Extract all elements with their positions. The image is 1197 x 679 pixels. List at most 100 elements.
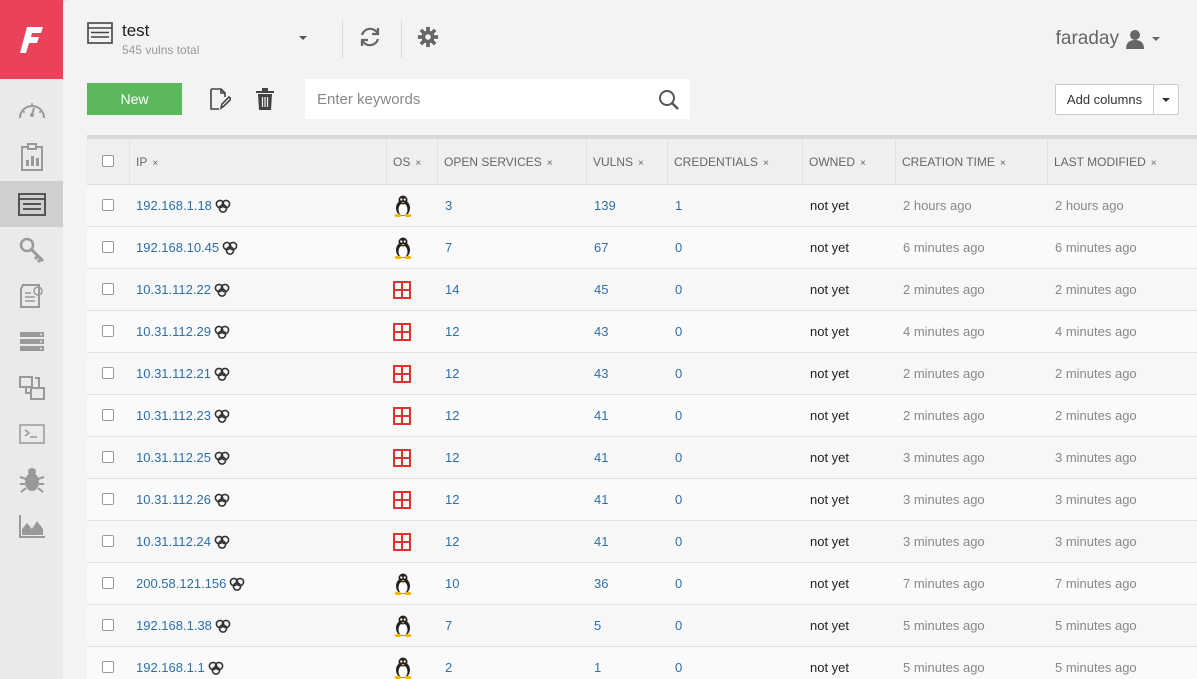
host-link-icon[interactable] <box>214 409 230 423</box>
host-link-icon[interactable] <box>222 241 238 255</box>
host-link-icon[interactable] <box>214 535 230 549</box>
add-columns-caret[interactable] <box>1154 85 1178 114</box>
open-services-link[interactable]: 12 <box>445 479 459 520</box>
edit-icon[interactable] <box>209 87 231 111</box>
sidebar-item-dashboard[interactable] <box>0 88 63 134</box>
search-input[interactable] <box>305 79 645 119</box>
vulns-link[interactable]: 43 <box>594 353 608 394</box>
open-services-link[interactable]: 7 <box>445 605 452 646</box>
credentials-link[interactable]: 0 <box>675 647 682 679</box>
host-link-icon[interactable] <box>214 493 230 507</box>
host-link-icon[interactable] <box>214 325 230 339</box>
vulns-link[interactable]: 41 <box>594 437 608 478</box>
host-ip-link[interactable]: 10.31.112.26 <box>136 479 211 520</box>
vulns-link[interactable]: 139 <box>594 185 616 226</box>
workspace-dropdown-chevron-icon[interactable] <box>297 33 309 43</box>
open-services-link[interactable]: 2 <box>445 647 452 679</box>
host-link-icon[interactable] <box>229 577 245 591</box>
vulns-link[interactable]: 36 <box>594 563 608 604</box>
credentials-link[interactable]: 0 <box>675 521 682 562</box>
vulns-link[interactable]: 41 <box>594 479 608 520</box>
remove-column-icon[interactable]: × <box>547 158 553 169</box>
sidebar-item-workspaces[interactable] <box>0 365 63 411</box>
sidebar-item-vulns[interactable] <box>0 457 63 503</box>
new-host-button[interactable]: New <box>87 83 182 115</box>
table-row[interactable]: 192.168.1.38 7 5 0 not yet 5 minutes ago 5 min… <box>87 605 1197 647</box>
open-services-link[interactable]: 12 <box>445 521 459 562</box>
sidebar-item-analytics[interactable] <box>0 503 63 549</box>
table-row[interactable]: 192.168.1.18 3 139 1 not yet 2 hours ago 2 hou… <box>87 185 1197 227</box>
host-ip-link[interactable]: 192.168.1.1 <box>136 647 205 679</box>
table-row[interactable]: 10.31.112.21 12 43 0 not yet 2 minutes ago 2 m… <box>87 353 1197 395</box>
open-services-link[interactable]: 12 <box>445 437 459 478</box>
user-menu[interactable]: faraday <box>1056 28 1161 50</box>
table-row[interactable]: 10.31.112.23 12 41 0 not yet 2 minutes ago 2 m… <box>87 395 1197 437</box>
table-row[interactable]: 10.31.112.25 12 41 0 not yet 3 minutes ago 3 m… <box>87 437 1197 479</box>
table-row[interactable]: 10.31.112.22 14 45 0 not yet 2 minutes ago 2 m… <box>87 269 1197 311</box>
open-services-link[interactable]: 12 <box>445 311 459 352</box>
row-checkbox[interactable] <box>102 199 114 211</box>
host-ip-link[interactable]: 10.31.112.29 <box>136 311 211 352</box>
select-all-checkbox[interactable] <box>102 155 114 167</box>
table-row[interactable]: 192.168.10.45 7 67 0 not yet 6 minutes ago 6 m… <box>87 227 1197 269</box>
row-checkbox[interactable] <box>102 619 114 631</box>
search-icon[interactable] <box>658 89 680 111</box>
refresh-icon[interactable] <box>358 24 382 50</box>
column-header-credentials[interactable]: CREDENTIALS × <box>667 139 769 185</box>
column-header-open-services[interactable]: OPEN SERVICES × <box>437 139 553 185</box>
host-link-icon[interactable] <box>214 367 230 381</box>
column-header-ip[interactable]: IP × <box>129 139 158 185</box>
credentials-link[interactable]: 0 <box>675 395 682 436</box>
host-link-icon[interactable] <box>215 199 231 213</box>
credentials-link[interactable]: 0 <box>675 563 682 604</box>
host-link-icon[interactable] <box>215 619 231 633</box>
vulns-link[interactable]: 1 <box>594 647 601 679</box>
row-checkbox[interactable] <box>102 409 114 421</box>
credentials-link[interactable]: 0 <box>675 605 682 646</box>
sidebar-item-console[interactable] <box>0 411 63 457</box>
host-link-icon[interactable] <box>214 283 230 297</box>
row-checkbox[interactable] <box>102 577 114 589</box>
host-link-icon[interactable] <box>208 661 224 675</box>
host-ip-link[interactable]: 192.168.10.45 <box>136 227 219 268</box>
open-services-link[interactable]: 12 <box>445 395 459 436</box>
column-header-vulns[interactable]: VULNS × <box>586 139 644 185</box>
trash-icon[interactable] <box>255 87 275 111</box>
column-header-owned[interactable]: OWNED × <box>802 139 866 185</box>
credentials-link[interactable]: 0 <box>675 269 682 310</box>
open-services-link[interactable]: 12 <box>445 353 459 394</box>
credentials-link[interactable]: 0 <box>675 353 682 394</box>
remove-column-icon[interactable]: × <box>152 158 158 169</box>
open-services-link[interactable]: 7 <box>445 227 452 268</box>
row-checkbox[interactable] <box>102 451 114 463</box>
table-row[interactable]: 192.168.1.1 2 1 0 not yet 5 minutes ago 5 minu… <box>87 647 1197 679</box>
host-ip-link[interactable]: 10.31.112.25 <box>136 437 211 478</box>
host-ip-link[interactable]: 10.31.112.21 <box>136 353 211 394</box>
credentials-link[interactable]: 0 <box>675 479 682 520</box>
open-services-link[interactable]: 14 <box>445 269 459 310</box>
table-row[interactable]: 200.58.121.156 10 36 0 not yet 7 minutes ago 7… <box>87 563 1197 605</box>
column-header-last-modified[interactable]: LAST MODIFIED × <box>1047 139 1157 185</box>
gear-icon[interactable] <box>417 26 439 48</box>
vulns-link[interactable]: 67 <box>594 227 608 268</box>
sidebar-item-credentials[interactable] <box>0 227 63 273</box>
remove-column-icon[interactable]: × <box>1000 158 1006 169</box>
table-row[interactable]: 10.31.112.29 12 43 0 not yet 4 minutes ago 4 m… <box>87 311 1197 353</box>
sidebar-item-servers[interactable] <box>0 319 63 365</box>
vulns-link[interactable]: 41 <box>594 395 608 436</box>
remove-column-icon[interactable]: × <box>415 158 421 169</box>
workspace-name[interactable]: test <box>122 21 149 41</box>
add-columns-button[interactable]: Add columns <box>1056 85 1154 114</box>
host-link-icon[interactable] <box>214 451 230 465</box>
open-services-link[interactable]: 10 <box>445 563 459 604</box>
sidebar-item-hosts[interactable] <box>0 181 63 227</box>
row-checkbox[interactable] <box>102 367 114 379</box>
vulns-link[interactable]: 43 <box>594 311 608 352</box>
sidebar-item-reports[interactable] <box>0 134 63 180</box>
host-ip-link[interactable]: 192.168.1.18 <box>136 185 212 226</box>
credentials-link[interactable]: 0 <box>675 227 682 268</box>
vulns-link[interactable]: 45 <box>594 269 608 310</box>
column-header-os[interactable]: OS × <box>386 139 421 185</box>
host-ip-link[interactable]: 10.31.112.22 <box>136 269 211 310</box>
host-ip-link[interactable]: 10.31.112.24 <box>136 521 211 562</box>
